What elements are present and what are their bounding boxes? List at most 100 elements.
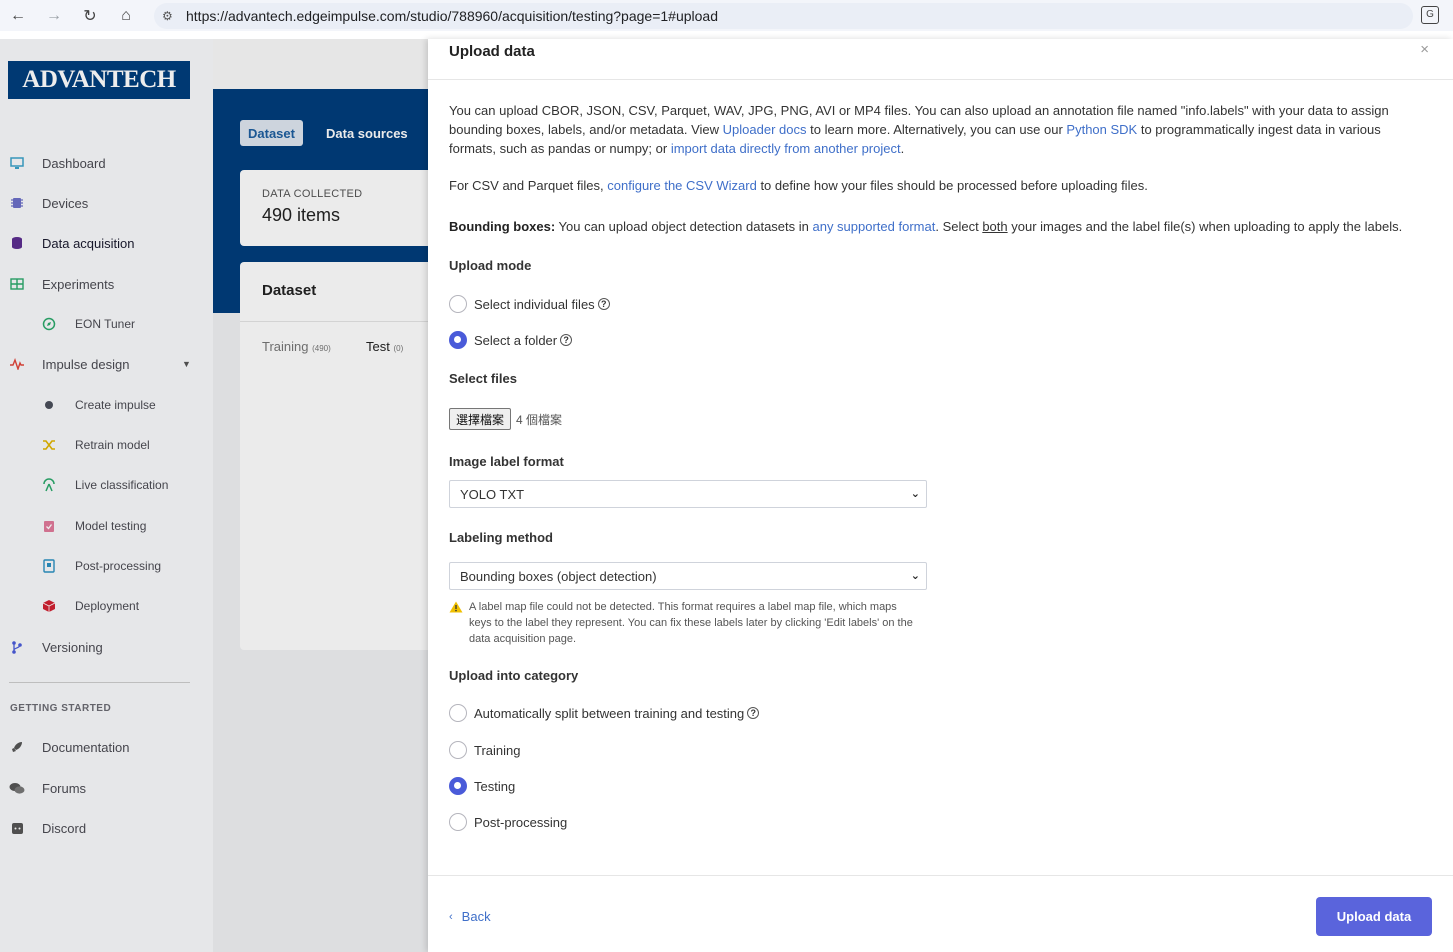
warning-line: data acquisition page. xyxy=(469,633,577,645)
back-arrow-icon[interactable]: ← xyxy=(0,0,36,31)
data-collected-value: 490 items xyxy=(262,205,341,225)
radio-training[interactable]: Training xyxy=(449,740,520,760)
uploader-docs-link[interactable]: Uploader docs xyxy=(723,122,807,137)
radio-button[interactable] xyxy=(449,295,467,313)
panel-footer-divider xyxy=(428,875,1453,876)
radio-select-a-folder[interactable]: Select a folder ? xyxy=(449,330,573,350)
site-settings-icon[interactable]: ⚙ xyxy=(162,9,182,23)
sidebar-item-data-acquisition[interactable]: Data acquisition xyxy=(0,232,213,254)
sidebar-divider xyxy=(9,682,190,683)
getting-started-heading: GETTING STARTED xyxy=(10,703,112,714)
help-circle-icon[interactable]: ? xyxy=(747,707,760,719)
sidebar-item-documentation[interactable]: Documentation xyxy=(0,736,213,758)
sidebar-item-dashboard[interactable]: Dashboard xyxy=(0,152,213,174)
sidebar-item-retrain-model[interactable]: Retrain model xyxy=(0,434,213,456)
warning-line: keys to the label they represent. You ca… xyxy=(469,617,913,629)
forward-arrow-icon[interactable]: → xyxy=(36,0,72,31)
sidebar-item-label: Post-processing xyxy=(75,559,162,573)
chevron-down-icon: ⌄ xyxy=(910,488,920,500)
warning-line: A label map file could not be detected. … xyxy=(469,601,897,613)
sidebar-item-post-processing[interactable]: Post-processing xyxy=(0,555,213,577)
sidebar-item-devices[interactable]: Devices xyxy=(0,192,213,214)
labeling-method-label: Labeling method xyxy=(449,530,553,545)
tab-test[interactable]: Test (0) xyxy=(366,339,403,354)
label-map-warning: A label map file could not be detected. … xyxy=(449,599,929,647)
url-text[interactable]: https://advantech.edgeimpulse.com/studio… xyxy=(186,8,718,24)
radio-select-individual-files[interactable]: Select individual files ? xyxy=(449,294,610,314)
tab-data-sources[interactable]: Data sources xyxy=(318,120,416,146)
compass-icon xyxy=(41,316,57,332)
help-circle-icon[interactable]: ? xyxy=(597,298,610,310)
image-label-format-select[interactable]: YOLO TXT ⌄ xyxy=(449,480,927,508)
python-sdk-link[interactable]: Python SDK xyxy=(1066,122,1137,137)
radio-post-processing[interactable]: Post-processing xyxy=(449,812,567,832)
tab-dataset[interactable]: Dataset xyxy=(240,120,303,146)
tab-training[interactable]: Training (490) xyxy=(262,339,331,354)
sidebar-item-label: Live classification xyxy=(75,478,169,492)
labeling-method-select[interactable]: Bounding boxes (object detection) ⌄ xyxy=(449,562,927,590)
sidebar-item-create-impulse[interactable]: Create impulse xyxy=(0,394,213,416)
advantech-logo[interactable]: ADVANTECH xyxy=(8,61,190,99)
radio-button-checked[interactable] xyxy=(449,777,467,795)
radio-auto-split[interactable]: Automatically split between training and… xyxy=(449,703,760,723)
sidebar-item-label: Devices xyxy=(42,195,89,211)
sidebar-item-label: Experiments xyxy=(42,276,115,292)
sidebar-item-versioning[interactable]: Versioning xyxy=(0,636,213,658)
test-count: (0) xyxy=(393,344,404,353)
database-icon xyxy=(9,235,25,251)
sidebar-item-eon-tuner[interactable]: EON Tuner xyxy=(0,313,213,335)
upload-data-button[interactable]: Upload data xyxy=(1316,897,1432,936)
sidebar-item-live-classification[interactable]: Live classification xyxy=(0,474,213,496)
sidebar-item-forums[interactable]: Forums xyxy=(0,777,213,799)
panel-title: Upload data xyxy=(449,43,535,60)
address-bar[interactable]: ⚙ https://advantech.edgeimpulse.com/stud… xyxy=(154,2,1413,29)
back-button[interactable]: ‹ Back xyxy=(449,909,491,924)
chevron-down-icon[interactable]: ▼ xyxy=(182,359,191,369)
radio-button-checked[interactable] xyxy=(449,331,467,349)
sidebar-item-deployment[interactable]: Deployment xyxy=(0,595,213,617)
radio-label: Post-processing xyxy=(474,814,568,830)
browser-toolbar: ← → ↻ ⌂ ⚙ https://advantech.edgeimpulse.… xyxy=(0,0,1453,31)
intro-text: to learn more. Alternatively, you can us… xyxy=(806,122,1067,137)
dataset-title: Dataset xyxy=(262,282,317,299)
discord-icon xyxy=(9,820,25,836)
radio-button[interactable] xyxy=(449,741,467,759)
test-tab-label: Test xyxy=(366,339,390,354)
monitor-icon xyxy=(9,155,25,171)
choose-files-button[interactable]: 選擇檔案 xyxy=(449,408,512,430)
csv-wizard-link[interactable]: configure the CSV Wizard xyxy=(607,178,757,193)
radio-button[interactable] xyxy=(449,704,467,722)
radio-testing[interactable]: Testing xyxy=(449,776,515,796)
card-divider xyxy=(240,321,428,322)
home-icon[interactable]: ⌂ xyxy=(108,0,144,31)
sidebar-item-discord[interactable]: Discord xyxy=(0,817,213,839)
file-count-text: 4 個檔案 xyxy=(516,413,563,427)
import-data-link[interactable]: import data directly from another projec… xyxy=(671,141,901,156)
sidebar-item-experiments[interactable]: Experiments xyxy=(0,273,213,295)
radio-label: Select individual files xyxy=(474,296,595,312)
sidebar-item-label: Deployment xyxy=(75,599,140,613)
sidebar-item-label: Data acquisition xyxy=(42,235,135,251)
pulse-icon xyxy=(9,356,25,372)
warning-text: A label map file could not be detected. … xyxy=(469,599,913,647)
close-icon[interactable]: × xyxy=(1420,41,1429,58)
back-label: Back xyxy=(461,909,491,924)
rocket-icon xyxy=(9,739,25,755)
chevron-down-icon: ⌄ xyxy=(910,570,920,582)
sidebar-item-label: Retrain model xyxy=(75,438,150,452)
supported-format-link[interactable]: any supported format xyxy=(812,219,935,234)
both-underlined: both xyxy=(982,219,1008,234)
csv-paragraph: For CSV and Parquet files, configure the… xyxy=(449,176,1148,195)
sidebar-item-model-testing[interactable]: Model testing xyxy=(0,515,213,537)
intro-text: to programmatically ingest data in vario… xyxy=(1137,122,1381,137)
select-value: YOLO TXT xyxy=(460,486,525,502)
report-icon xyxy=(41,558,57,574)
sidebar-item-label: Model testing xyxy=(75,519,147,533)
chevron-left-icon: ‹ xyxy=(449,910,453,923)
radio-button[interactable] xyxy=(449,813,467,831)
reload-icon[interactable]: ↻ xyxy=(72,0,108,31)
sidebar-item-impulse-design[interactable]: Impulse design ▼ xyxy=(0,353,213,375)
intro-text: bounding boxes, labels, and/or metadata.… xyxy=(449,122,723,137)
translate-icon[interactable]: G xyxy=(1421,6,1439,24)
help-circle-icon[interactable]: ? xyxy=(560,334,573,346)
